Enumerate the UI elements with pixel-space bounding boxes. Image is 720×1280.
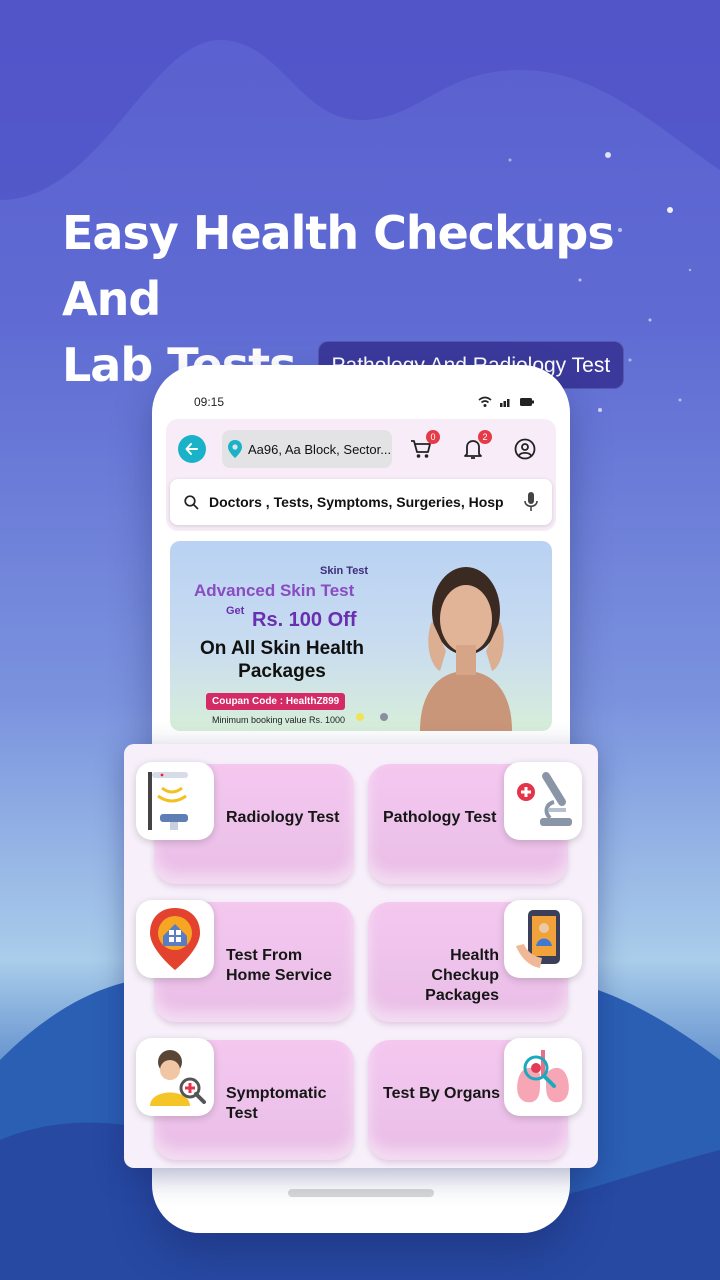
status-bar: 09:15 xyxy=(194,393,534,411)
signal-icon xyxy=(500,399,510,407)
battery-icon xyxy=(520,398,534,406)
banner-subtitle: On All Skin Health Packages xyxy=(200,638,364,682)
search-bar[interactable]: Doctors , Tests, Symptoms, Surgeries, Ho… xyxy=(170,479,552,525)
carousel-dot[interactable] xyxy=(380,713,388,721)
carousel-dot-active[interactable] xyxy=(356,713,364,721)
location-selector[interactable]: Aa96, Aa Block, Sector... xyxy=(222,430,392,468)
lungs-icon xyxy=(504,1038,582,1116)
notification-badge: 2 xyxy=(478,430,492,444)
home-indicator xyxy=(288,1189,434,1197)
promo-banner[interactable]: Skin Test Advanced Skin Test Get Rs. 100… xyxy=(170,541,552,731)
banner-offer: Rs. 100 Off xyxy=(252,609,357,631)
arrow-left-icon xyxy=(185,443,198,455)
home-location-icon xyxy=(136,900,214,978)
model-portrait-image xyxy=(420,567,512,731)
services-panel: Radiology Test Pathology Test Test From … xyxy=(124,744,598,1168)
service-label-organs: Test By Organs xyxy=(383,1085,501,1102)
location-text: Aa96, Aa Block, Sector... xyxy=(248,441,392,457)
service-label-radiology: Radiology Test xyxy=(226,809,340,826)
search-icon xyxy=(184,494,199,510)
microscope-icon xyxy=(504,762,582,840)
profile-button[interactable] xyxy=(512,436,538,462)
mobile-health-icon xyxy=(504,900,582,978)
app-header: Aa96, Aa Block, Sector... 0 2 Doctors , … xyxy=(166,419,556,531)
service-label-symptomatic: Symptomatic Test xyxy=(226,1085,327,1122)
service-label-health-packages: Health Checkup Packages xyxy=(425,947,499,1004)
radiology-icon xyxy=(136,762,214,840)
banner-title: Advanced Skin Test xyxy=(194,581,355,600)
headline-line1: Easy Health Checkups And xyxy=(62,206,615,326)
patient-symptom-icon xyxy=(136,1038,214,1116)
notifications-button[interactable]: 2 xyxy=(460,430,492,462)
banner-get-text: Get xyxy=(226,605,245,617)
min-booking-text: Minimum booking value Rs. 1000 xyxy=(212,715,346,725)
cart-button[interactable]: 0 xyxy=(408,430,440,462)
coupon-code: Coupan Code : HealthZ899 xyxy=(206,693,346,710)
service-label-pathology: Pathology Test xyxy=(383,809,497,826)
status-time: 09:15 xyxy=(194,395,225,409)
user-circle-icon xyxy=(514,438,536,460)
banner-tag: Skin Test xyxy=(320,565,369,577)
service-label-home-service: Test From Home Service xyxy=(226,947,332,984)
back-button[interactable] xyxy=(178,435,206,463)
location-pin-icon xyxy=(228,440,242,458)
wifi-icon xyxy=(478,396,492,407)
microphone-icon[interactable] xyxy=(524,492,538,512)
cart-badge: 0 xyxy=(426,430,440,444)
search-input[interactable]: Doctors , Tests, Symptoms, Surgeries, Ho… xyxy=(209,494,514,510)
